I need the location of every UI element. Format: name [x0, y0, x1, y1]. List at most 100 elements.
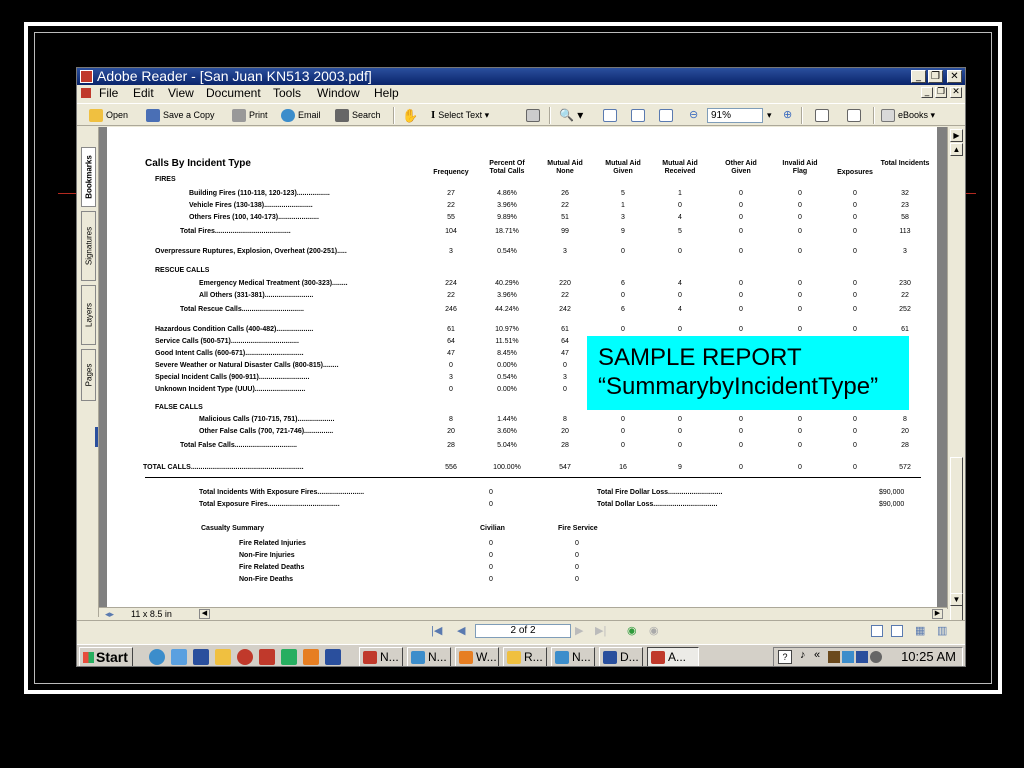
row-cell: 4: [678, 214, 682, 221]
row-cell: 11.51%: [495, 338, 519, 345]
doc-close-button[interactable]: ✕: [950, 87, 962, 98]
continuous-facing-icon[interactable]: ▥: [937, 625, 947, 637]
previous-page-icon[interactable]: ◀: [457, 625, 465, 637]
task-netscape[interactable]: N...: [359, 647, 403, 666]
scroll-right-arrow-icon[interactable]: ▶: [932, 609, 943, 619]
tab-layers[interactable]: Layers: [81, 285, 96, 345]
ie-icon: [555, 651, 569, 664]
page-number-input[interactable]: 2 of 2: [475, 624, 571, 638]
rotate-icon: [815, 109, 829, 123]
doc-minimize-button[interactable]: _: [921, 87, 933, 98]
horizontal-scrollbar[interactable]: ◂▸ 11 x 8.5 in ◀ ▶: [99, 607, 947, 620]
first-page-icon[interactable]: |◀: [431, 625, 442, 637]
folder-icon: [507, 651, 521, 664]
help-icon[interactable]: ?: [778, 650, 792, 664]
volume-icon[interactable]: ♪: [800, 649, 806, 661]
tab-layers-label: Layers: [84, 302, 93, 328]
zoom-out-button[interactable]: ⊖: [689, 107, 698, 124]
row-cell: 61: [447, 326, 455, 333]
restore-button[interactable]: ❐: [928, 70, 943, 83]
print-label: Print: [249, 110, 268, 120]
scroll-right-arrow-icon[interactable]: ▶: [950, 129, 963, 142]
casualty-fire-service-value: 0: [575, 540, 579, 547]
desktop-icon[interactable]: [193, 649, 209, 665]
folder-icon[interactable]: [215, 649, 231, 665]
zoom-input[interactable]: 91%: [707, 108, 763, 123]
row-cell: 572: [899, 464, 911, 471]
expand-tray-icon[interactable]: «: [814, 649, 820, 661]
task-word[interactable]: W...: [455, 647, 499, 666]
fit-width-button[interactable]: [659, 107, 676, 124]
zoom-tool-button[interactable]: 🔍 ▾: [559, 107, 583, 124]
row-cell: 0: [798, 280, 802, 287]
menu-document[interactable]: Document: [206, 85, 261, 101]
tab-signatures[interactable]: Signatures: [81, 211, 96, 281]
powerpoint-icon[interactable]: [259, 649, 275, 665]
task-document[interactable]: D...: [599, 647, 643, 666]
print-button[interactable]: Print: [232, 107, 268, 124]
row-cell: 44.24%: [495, 306, 519, 313]
vertical-scrollbar[interactable]: ▶ ▲ ▼: [947, 127, 965, 627]
scroll-left-arrow-icon[interactable]: ◀: [199, 609, 210, 619]
hand-tool-button[interactable]: ✋: [402, 107, 418, 124]
menu-window[interactable]: Window: [317, 85, 360, 101]
rotate-button[interactable]: [815, 107, 832, 124]
tray-security-icon[interactable]: [856, 651, 868, 663]
tab-bookmarks[interactable]: Bookmarks: [81, 147, 96, 207]
menu-file[interactable]: File: [99, 85, 118, 101]
tray-app-icon[interactable]: [828, 651, 840, 663]
row-cell: 22: [901, 292, 909, 299]
rotate-left-button[interactable]: [847, 107, 864, 124]
start-button[interactable]: Start: [79, 647, 133, 666]
netscape-icon[interactable]: [237, 649, 253, 665]
row-cell: 3.60%: [497, 428, 517, 435]
next-view-icon[interactable]: ◉: [649, 625, 659, 637]
scroll-up-arrow-icon[interactable]: ▲: [950, 143, 963, 156]
single-page-icon[interactable]: [871, 625, 883, 637]
ie-icon[interactable]: [149, 649, 165, 665]
select-text-button[interactable]: I Select Text ▾: [431, 107, 489, 124]
ebooks-label: eBooks: [898, 110, 929, 120]
resize-handle-icon[interactable]: ◂▸: [105, 608, 114, 620]
excel-icon[interactable]: [281, 649, 297, 665]
ebooks-button[interactable]: eBooks ▾: [881, 107, 935, 124]
continuous-icon[interactable]: [891, 625, 903, 637]
close-button[interactable]: ✕: [947, 70, 962, 83]
actual-size-button[interactable]: [603, 107, 620, 124]
open-button[interactable]: Open: [89, 107, 128, 124]
task-ie[interactable]: N...: [551, 647, 595, 666]
menu-edit[interactable]: Edit: [133, 85, 154, 101]
task-explorer[interactable]: R...: [503, 647, 547, 666]
doc-restore-button[interactable]: ❐: [935, 87, 947, 98]
last-page-icon[interactable]: ▶|: [595, 625, 606, 637]
tray-network-icon[interactable]: [842, 651, 854, 663]
email-button[interactable]: Email: [281, 107, 321, 124]
splitter-handle[interactable]: [95, 427, 98, 447]
search-button[interactable]: Search: [335, 107, 381, 124]
fit-page-button[interactable]: [631, 107, 648, 124]
menu-tools[interactable]: Tools: [273, 85, 301, 101]
zoom-in-button[interactable]: ⊕: [783, 107, 792, 124]
previous-view-icon[interactable]: ◉: [627, 625, 637, 637]
tray-clock-icon[interactable]: [870, 651, 882, 663]
row-cell: 0.00%: [497, 362, 517, 369]
facing-icon[interactable]: ▦: [915, 625, 925, 637]
menu-view[interactable]: View: [168, 85, 194, 101]
outlook-icon[interactable]: [171, 649, 187, 665]
scroll-down-arrow-icon[interactable]: ▼: [950, 593, 963, 606]
tab-pages[interactable]: Pages: [81, 349, 96, 401]
task-adobe-reader[interactable]: A...: [647, 647, 699, 666]
word-icon[interactable]: [325, 649, 341, 665]
menu-help[interactable]: Help: [374, 85, 399, 101]
row-cell: 10.97%: [495, 326, 519, 333]
task-label: R...: [524, 650, 543, 664]
next-page-icon[interactable]: ▶: [575, 625, 583, 637]
zoom-dropdown[interactable]: ▾: [767, 107, 772, 124]
minimize-button[interactable]: _: [911, 70, 926, 83]
snapshot-tool-button[interactable]: [526, 107, 543, 124]
task-java[interactable]: N...: [407, 647, 451, 666]
row-cell: 1: [621, 202, 625, 209]
save-copy-button[interactable]: Save a Copy: [146, 107, 215, 124]
access-icon[interactable]: [303, 649, 319, 665]
row-cell: 0: [739, 248, 743, 255]
